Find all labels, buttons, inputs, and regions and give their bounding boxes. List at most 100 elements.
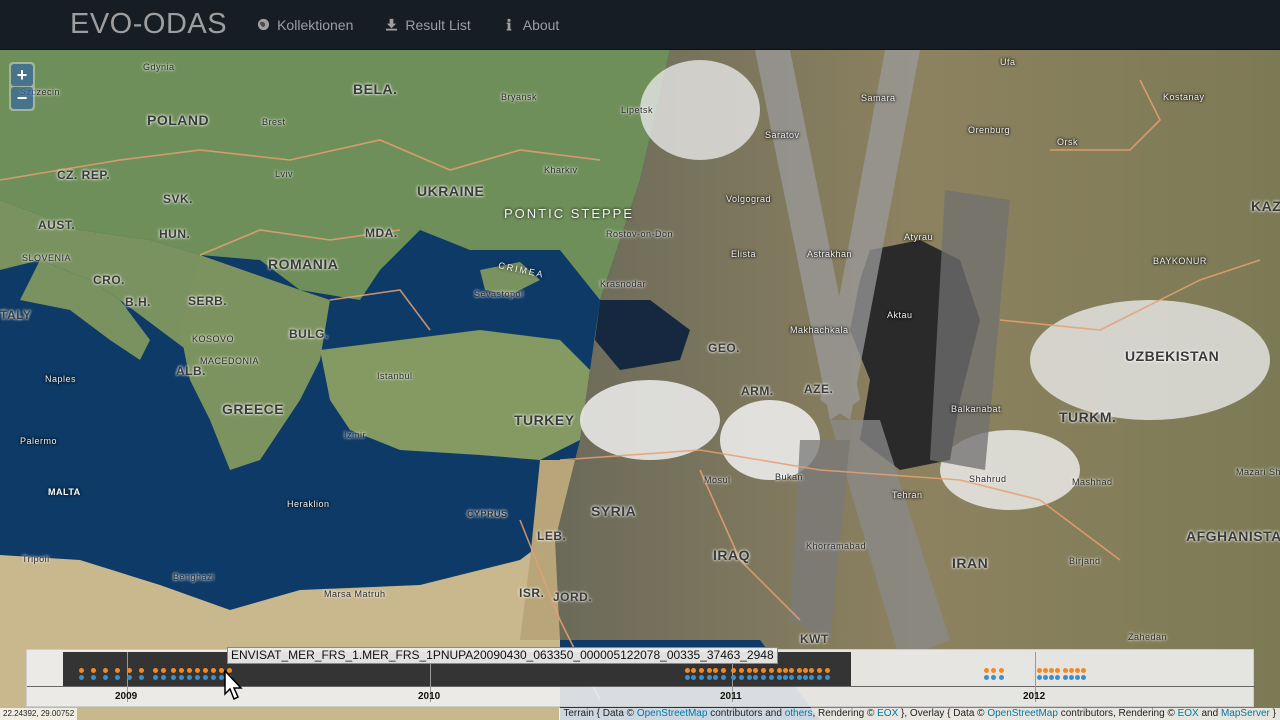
timeline-record-dot[interactable] bbox=[203, 668, 208, 673]
timeline-record-dot[interactable] bbox=[203, 675, 208, 680]
timeline-record-dot[interactable] bbox=[1049, 668, 1054, 673]
timeline-record-dot[interactable] bbox=[769, 668, 774, 673]
timeline-record-dot[interactable] bbox=[783, 675, 788, 680]
timeline-record-dot[interactable] bbox=[171, 668, 176, 673]
timeline-record-dot[interactable] bbox=[747, 668, 752, 673]
link-others[interactable]: others bbox=[785, 708, 813, 719]
timeline-record-dot[interactable] bbox=[139, 668, 144, 673]
timeline-record-dot[interactable] bbox=[211, 675, 216, 680]
timeline-record-dot[interactable] bbox=[1055, 675, 1060, 680]
timeline-record-dot[interactable] bbox=[187, 668, 192, 673]
timeline-record-dot[interactable] bbox=[195, 675, 200, 680]
timeline-record-dot[interactable] bbox=[195, 668, 200, 673]
timeline-record-dot[interactable] bbox=[713, 668, 718, 673]
timeline-record-dot[interactable] bbox=[1063, 675, 1068, 680]
timeline-record-dot[interactable] bbox=[1075, 668, 1080, 673]
timeline-record-dot[interactable] bbox=[817, 675, 822, 680]
timeline-record-dot[interactable] bbox=[707, 668, 712, 673]
timeline-record-dot[interactable] bbox=[739, 668, 744, 673]
timeline-record-dot[interactable] bbox=[127, 675, 132, 680]
timeline-record-dot[interactable] bbox=[809, 675, 814, 680]
timeline-record-dot[interactable] bbox=[713, 675, 718, 680]
timeline-record-dot[interactable] bbox=[753, 675, 758, 680]
timeline-record-dot[interactable] bbox=[797, 668, 802, 673]
timeline-record-dot[interactable] bbox=[691, 668, 696, 673]
timeline-record-dot[interactable] bbox=[1055, 668, 1060, 673]
timeline-record-dot[interactable] bbox=[825, 675, 830, 680]
timeline-record-dot[interactable] bbox=[179, 668, 184, 673]
map-canvas[interactable]: POLAND BELA. UKRAINE CZ. REP. SVK. AUST.… bbox=[0, 0, 1280, 720]
timeline-record-dot[interactable] bbox=[179, 675, 184, 680]
timeline-record-dot[interactable] bbox=[139, 675, 144, 680]
timeline-record-dot[interactable] bbox=[161, 668, 166, 673]
link-osm[interactable]: OpenStreetMap bbox=[637, 708, 708, 719]
timeline-record-dot[interactable] bbox=[103, 675, 108, 680]
timeline-record-dot[interactable] bbox=[685, 675, 690, 680]
timeline-record-dot[interactable] bbox=[777, 675, 782, 680]
nav-about[interactable]: About bbox=[487, 0, 576, 50]
timeline-record-dot[interactable] bbox=[739, 675, 744, 680]
timeline-record-dot[interactable] bbox=[991, 668, 996, 673]
link-eox-overlay[interactable]: EOX bbox=[1178, 708, 1199, 719]
timeline-record-dot[interactable] bbox=[1075, 675, 1080, 680]
timeline-record-dot[interactable] bbox=[153, 668, 158, 673]
zoom-out-button[interactable]: − bbox=[11, 87, 33, 109]
timeline-record-dot[interactable] bbox=[1043, 675, 1048, 680]
timeline-record-dot[interactable] bbox=[115, 668, 120, 673]
timeline-record-dot[interactable] bbox=[103, 668, 108, 673]
nav-result-list[interactable]: Result List bbox=[369, 0, 486, 50]
timeline-record-dot[interactable] bbox=[761, 668, 766, 673]
timeline-record-dot[interactable] bbox=[699, 675, 704, 680]
brand-logo[interactable]: EVO-ODAS bbox=[70, 8, 227, 41]
timeline-record-dot[interactable] bbox=[999, 675, 1004, 680]
timeline-record-dot[interactable] bbox=[187, 675, 192, 680]
timeline-record-dot[interactable] bbox=[91, 668, 96, 673]
timeline-record-dot[interactable] bbox=[691, 675, 696, 680]
timeline-record-dot[interactable] bbox=[1063, 668, 1068, 673]
timeline-record-dot[interactable] bbox=[777, 668, 782, 673]
timeline-record-dot[interactable] bbox=[803, 675, 808, 680]
timeline-record-dot[interactable] bbox=[171, 675, 176, 680]
zoom-in-button[interactable]: + bbox=[11, 64, 33, 86]
timeline-record-dot[interactable] bbox=[1049, 675, 1054, 680]
timeline-record-dot[interactable] bbox=[91, 675, 96, 680]
timeline-record-dot[interactable] bbox=[707, 675, 712, 680]
timeline-record-dot[interactable] bbox=[761, 675, 766, 680]
timeline-record-dot[interactable] bbox=[161, 675, 166, 680]
timeline-record-dot[interactable] bbox=[127, 668, 132, 673]
timeline-record-dot[interactable] bbox=[789, 675, 794, 680]
timeline-record-dot[interactable] bbox=[1081, 668, 1086, 673]
timeline-record-dot[interactable] bbox=[153, 675, 158, 680]
timeline-record-dot[interactable] bbox=[747, 675, 752, 680]
timeline-record-dot[interactable] bbox=[1037, 675, 1042, 680]
timeline-record-dot[interactable] bbox=[115, 675, 120, 680]
timeline-record-dot[interactable] bbox=[699, 668, 704, 673]
timeline-record-dot[interactable] bbox=[721, 675, 726, 680]
timeline-record-dot[interactable] bbox=[1037, 668, 1042, 673]
timeline-record-dot[interactable] bbox=[984, 675, 989, 680]
timeline-record-dot[interactable] bbox=[999, 668, 1004, 673]
timeline-record-dot[interactable] bbox=[1069, 668, 1074, 673]
timeline-record-dot[interactable] bbox=[685, 668, 690, 673]
timeline-record-dot[interactable] bbox=[1081, 675, 1086, 680]
timeline-record-dot[interactable] bbox=[753, 668, 758, 673]
nav-kollektionen[interactable]: Kollektionen bbox=[241, 0, 369, 50]
timeline-record-dot[interactable] bbox=[825, 668, 830, 673]
timeline-record-dot[interactable] bbox=[79, 668, 84, 673]
timeline-record-dot[interactable] bbox=[721, 668, 726, 673]
timeline-record-dot[interactable] bbox=[731, 675, 736, 680]
timeline-record-dot[interactable] bbox=[783, 668, 788, 673]
link-mapserver[interactable]: MapServer bbox=[1221, 708, 1270, 719]
link-eox[interactable]: EOX bbox=[877, 708, 898, 719]
timeline-record-dot[interactable] bbox=[984, 668, 989, 673]
timeline-record-dot[interactable] bbox=[79, 675, 84, 680]
link-osm-overlay[interactable]: OpenStreetMap bbox=[987, 708, 1058, 719]
timeline-record-dot[interactable] bbox=[797, 675, 802, 680]
timeline-record-dot[interactable] bbox=[991, 675, 996, 680]
timeline-record-dot[interactable] bbox=[1069, 675, 1074, 680]
timeline-record-dot[interactable] bbox=[809, 668, 814, 673]
timeline-record-dot[interactable] bbox=[769, 675, 774, 680]
timeline-record-dot[interactable] bbox=[1043, 668, 1048, 673]
timeline-record-dot[interactable] bbox=[817, 668, 822, 673]
timeline-record-dot[interactable] bbox=[803, 668, 808, 673]
